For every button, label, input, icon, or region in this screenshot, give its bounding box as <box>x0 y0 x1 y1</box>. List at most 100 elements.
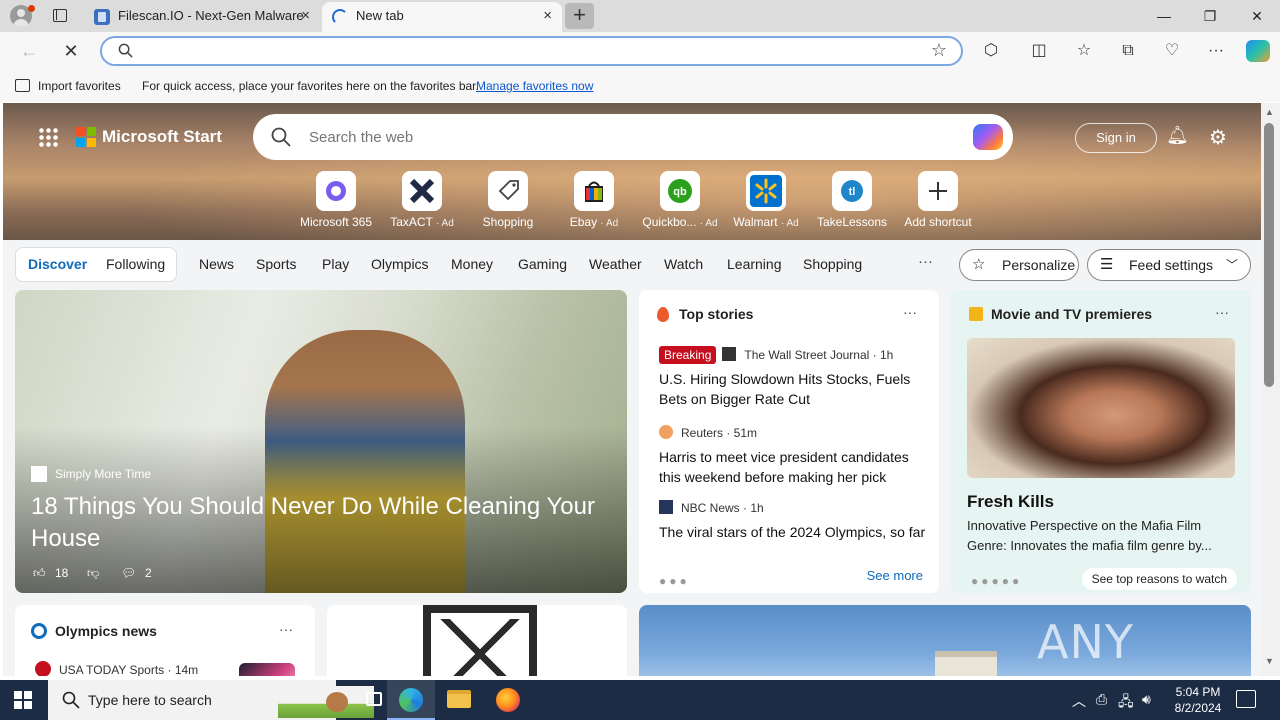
taskbar-file-explorer[interactable] <box>435 680 483 720</box>
feed-settings-label: Feed settings <box>1129 257 1214 273</box>
nav-shopping[interactable]: Shopping <box>803 256 862 272</box>
story-headline[interactable]: Harris to meet vice president candidates… <box>659 447 929 487</box>
minimize-button[interactable]: — <box>1141 0 1187 32</box>
split-screen-icon[interactable]: ◫ <box>1027 40 1051 62</box>
tab-actions-icon[interactable] <box>50 6 70 26</box>
hero-article-card[interactable]: Simply More Time 18 Things You Should Ne… <box>15 290 627 593</box>
new-tab-button[interactable]: + <box>565 3 594 29</box>
tab-close-icon[interactable]: × <box>543 2 552 30</box>
feed-settings-button[interactable]: ☰ Feed settings ﹀ <box>1087 249 1251 281</box>
show-hidden-icons-chevron-up-icon[interactable]: ︿ <box>1072 691 1086 711</box>
nav-play[interactable]: Play <box>322 256 349 272</box>
more-categories-button[interactable]: ··· <box>918 253 933 270</box>
browser-essentials-icon[interactable]: ♡ <box>1160 40 1184 62</box>
comment-icon[interactable]: 💬︎ <box>121 566 136 580</box>
nav-news[interactable]: News <box>199 256 234 272</box>
shortcut-takelessons[interactable]: tl TakeLessons <box>809 171 895 229</box>
restore-button[interactable]: ❐ <box>1187 0 1233 32</box>
nav-watch[interactable]: Watch <box>664 256 703 272</box>
usb-device-icon[interactable]: ⎙ <box>1096 691 1107 708</box>
like-icon[interactable]: 👍︎ <box>33 566 46 581</box>
copilot-icon[interactable] <box>1246 40 1270 62</box>
story-headline[interactable]: The viral stars of the 2024 Olympics, so… <box>659 522 929 542</box>
story-item[interactable]: Breaking The Wall Street Journal · 1h U.S… <box>659 346 929 409</box>
shortcut-ebay[interactable]: Ebay · Ad <box>551 171 637 229</box>
address-input[interactable] <box>148 41 908 61</box>
back-arrow-icon[interactable]: ← <box>16 39 42 63</box>
nav-gaming[interactable]: Gaming <box>518 256 567 272</box>
taskbar-firefox[interactable] <box>484 680 532 720</box>
tab-discover[interactable]: Discover <box>28 256 87 272</box>
brand-name[interactable]: Microsoft Start <box>102 127 222 147</box>
carousel-dots[interactable]: ●●●●● <box>971 574 1022 588</box>
vertical-scrollbar[interactable]: ▲ ▼ <box>1261 103 1280 676</box>
notification-center-icon[interactable] <box>1236 690 1256 708</box>
web-search-box[interactable] <box>253 114 1013 160</box>
shortcut-walmart[interactable]: Walmart · Ad <box>723 171 809 229</box>
dislike-icon[interactable]: 👎︎ <box>87 566 99 581</box>
shortcut-quickbooks[interactable]: qb Quickbo... · Ad <box>637 171 723 229</box>
card-more-options-icon[interactable]: ··· <box>1215 304 1229 320</box>
tab-close-icon[interactable]: × <box>301 2 310 30</box>
story-headline[interactable]: U.S. Hiring Slowdown Hits Stocks, Fuels … <box>659 369 929 409</box>
tab-filescan[interactable]: Filescan.IO - Next-Gen Malware A × <box>84 2 320 32</box>
collections-icon[interactable]: ⧉ <box>1116 40 1140 62</box>
nav-sports[interactable]: Sports <box>256 256 296 272</box>
network-icon[interactable]: 🖧︎ <box>1118 691 1134 715</box>
carousel-dots[interactable]: ●●● <box>659 574 690 588</box>
copilot-icon[interactable] <box>973 124 1003 150</box>
notifications-bell-icon[interactable]: 🔔︎ <box>1166 125 1189 149</box>
page-settings-gear-icon[interactable]: ⚙ <box>1206 125 1230 149</box>
scroll-up-icon[interactable]: ▲ <box>1265 107 1274 117</box>
story-item[interactable]: NBC News · 1h The viral stars of the 202… <box>659 499 929 542</box>
favorites-icon[interactable]: ☆ <box>1072 40 1096 62</box>
story-thumbnail[interactable] <box>239 663 295 676</box>
tab-new-tab[interactable]: New tab × <box>322 2 562 32</box>
notification-dot <box>28 5 35 12</box>
system-clock[interactable]: 5:04 PM 8/2/2024 <box>1170 684 1226 716</box>
address-bar[interactable]: ☆ <box>100 36 963 66</box>
top-reasons-button[interactable]: See top reasons to watch <box>1081 568 1237 590</box>
card-more-options-icon[interactable]: ··· <box>903 304 917 320</box>
taskbar-search-placeholder: Type here to search <box>88 692 212 708</box>
product-card[interactable] <box>327 605 627 676</box>
taskbar-search-box[interactable]: Type here to search <box>48 680 374 720</box>
tab-following[interactable]: Following <box>106 256 165 272</box>
add-shortcut-button[interactable]: Add shortcut <box>895 171 981 229</box>
taskbar-edge[interactable] <box>387 680 435 720</box>
movie-title[interactable]: Fresh Kills <box>967 492 1054 512</box>
favorite-star-icon[interactable]: ☆ <box>931 40 947 61</box>
close-window-button[interactable]: ✕ <box>1234 0 1280 32</box>
nav-olympics[interactable]: Olympics <box>371 256 429 272</box>
stop-loading-icon[interactable]: ✕ <box>58 39 84 63</box>
see-more-link[interactable]: See more <box>867 568 923 583</box>
web-search-input[interactable] <box>309 126 909 148</box>
scrollbar-thumb[interactable] <box>1264 123 1274 387</box>
movie-image[interactable] <box>967 338 1235 478</box>
featured-image-card[interactable]: ANY RUN <box>639 605 1251 676</box>
article-title[interactable]: 18 Things You Should Never Do While Clea… <box>31 491 621 555</box>
shortcut-microsoft-365[interactable]: Microsoft 365 <box>293 171 379 229</box>
clock-date: 8/2/2024 <box>1174 701 1222 715</box>
extensions-icon[interactable]: ⬡ <box>979 40 1003 62</box>
sign-in-button[interactable]: Sign in <box>1075 123 1157 153</box>
nav-money[interactable]: Money <box>451 256 493 272</box>
walmart-icon <box>746 171 786 211</box>
import-favorites-button[interactable]: Import favorites <box>38 79 121 93</box>
windows-start-icon[interactable] <box>14 691 32 709</box>
sparkle-icon: ☆ <box>972 256 986 273</box>
app-launcher-icon[interactable] <box>38 127 58 147</box>
nav-weather[interactable]: Weather <box>589 256 642 272</box>
volume-icon[interactable]: 🔊︎ <box>1142 691 1151 708</box>
scroll-down-icon[interactable]: ▼ <box>1265 656 1274 666</box>
story-item[interactable]: Reuters · 51m Harris to meet vice presid… <box>659 424 929 487</box>
shortcut-shopping[interactable]: Shopping <box>465 171 551 229</box>
nav-learning[interactable]: Learning <box>727 256 782 272</box>
personalize-button[interactable]: ☆ Personalize <box>959 249 1079 281</box>
svg-text:qb: qb <box>673 186 687 198</box>
manage-favorites-link[interactable]: Manage favorites now <box>476 79 593 93</box>
nbc-logo-icon <box>659 500 673 514</box>
card-more-options-icon[interactable]: ··· <box>279 621 293 637</box>
settings-more-icon[interactable]: ··· <box>1204 40 1228 62</box>
shortcut-taxact[interactable]: TaxACT · Ad <box>379 171 465 229</box>
